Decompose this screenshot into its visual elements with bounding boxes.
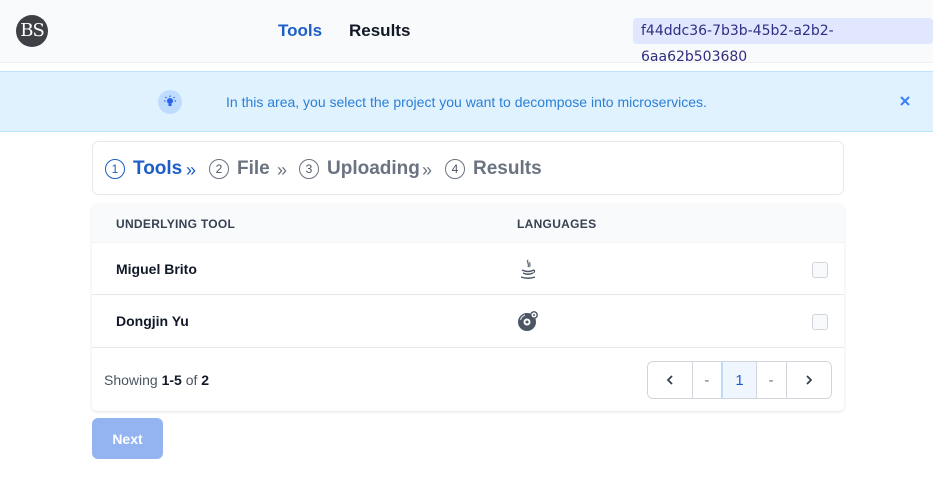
chevron-double-right-icon: » <box>422 160 433 180</box>
close-icon[interactable] <box>897 93 913 109</box>
nav-link-tools[interactable]: Tools <box>278 21 322 41</box>
next-button[interactable]: Next <box>92 418 163 459</box>
chevron-double-right-icon: » <box>186 160 197 180</box>
step-tools[interactable]: 1 Tools <box>105 158 182 180</box>
java-icon <box>517 258 539 280</box>
row-checkbox[interactable] <box>812 262 828 278</box>
step-number: 2 <box>209 159 229 179</box>
next-page-button[interactable] <box>786 362 831 398</box>
tool-name: Miguel Brito <box>116 261 197 277</box>
step-number: 1 <box>105 159 125 179</box>
nav-link-results[interactable]: Results <box>349 21 410 41</box>
showing-count: Showing 1-5 of 2 <box>104 372 209 388</box>
table-row[interactable]: Miguel Brito <box>92 242 844 295</box>
progress-stepper: 1 Tools 2 File 3 Uploading 4 Results <box>92 141 844 195</box>
table-footer: Showing 1-5 of 2 - 1 - <box>92 349 844 411</box>
step-number: 3 <box>299 159 319 179</box>
page-number-button[interactable]: 1 <box>722 362 757 398</box>
prev-page-button[interactable] <box>648 362 693 398</box>
step-label: File <box>237 158 270 179</box>
column-header-languages: LANGUAGES <box>517 217 597 231</box>
chevron-right-icon <box>806 375 813 385</box>
column-header-tool: UNDERLYING TOOL <box>116 217 236 231</box>
session-id-badge: f44ddc36-7b3b-45b2-a2b2-6aa62b503680 <box>633 18 933 65</box>
step-uploading[interactable]: 3 Uploading <box>299 158 420 180</box>
step-results[interactable]: 4 Results <box>445 158 542 180</box>
table-header: UNDERLYING TOOL LANGUAGES <box>92 204 844 242</box>
lightbulb-icon <box>158 90 182 114</box>
showing-total: 2 <box>201 372 210 388</box>
showing-of: of <box>185 372 198 388</box>
disc-gear-icon <box>517 310 539 332</box>
table-row[interactable]: Dongjin Yu <box>92 295 844 348</box>
step-number: 4 <box>445 159 465 179</box>
step-label: Results <box>473 158 542 179</box>
showing-prefix: Showing <box>104 372 158 388</box>
pagination: - 1 - <box>647 361 832 399</box>
tool-name: Dongjin Yu <box>116 313 189 329</box>
row-checkbox[interactable] <box>812 314 828 330</box>
chevron-double-right-icon: » <box>277 160 288 180</box>
tools-table-card: UNDERLYING TOOL LANGUAGES Miguel Brito D… <box>92 204 844 411</box>
showing-range: 1-5 <box>161 372 182 388</box>
top-navbar: BS Tools Results f44ddc36-7b3b-45b2-a2b2… <box>0 0 933 65</box>
page-ellipsis-button[interactable]: - <box>756 362 787 398</box>
app-logo[interactable]: BS <box>16 15 48 47</box>
chevron-left-icon <box>666 375 673 385</box>
step-file[interactable]: 2 File <box>209 158 270 180</box>
step-label: Tools <box>133 158 183 179</box>
step-label: Uploading <box>327 158 420 179</box>
page-ellipsis-button[interactable]: - <box>692 362 723 398</box>
banner-message: In this area, you select the project you… <box>226 94 707 110</box>
